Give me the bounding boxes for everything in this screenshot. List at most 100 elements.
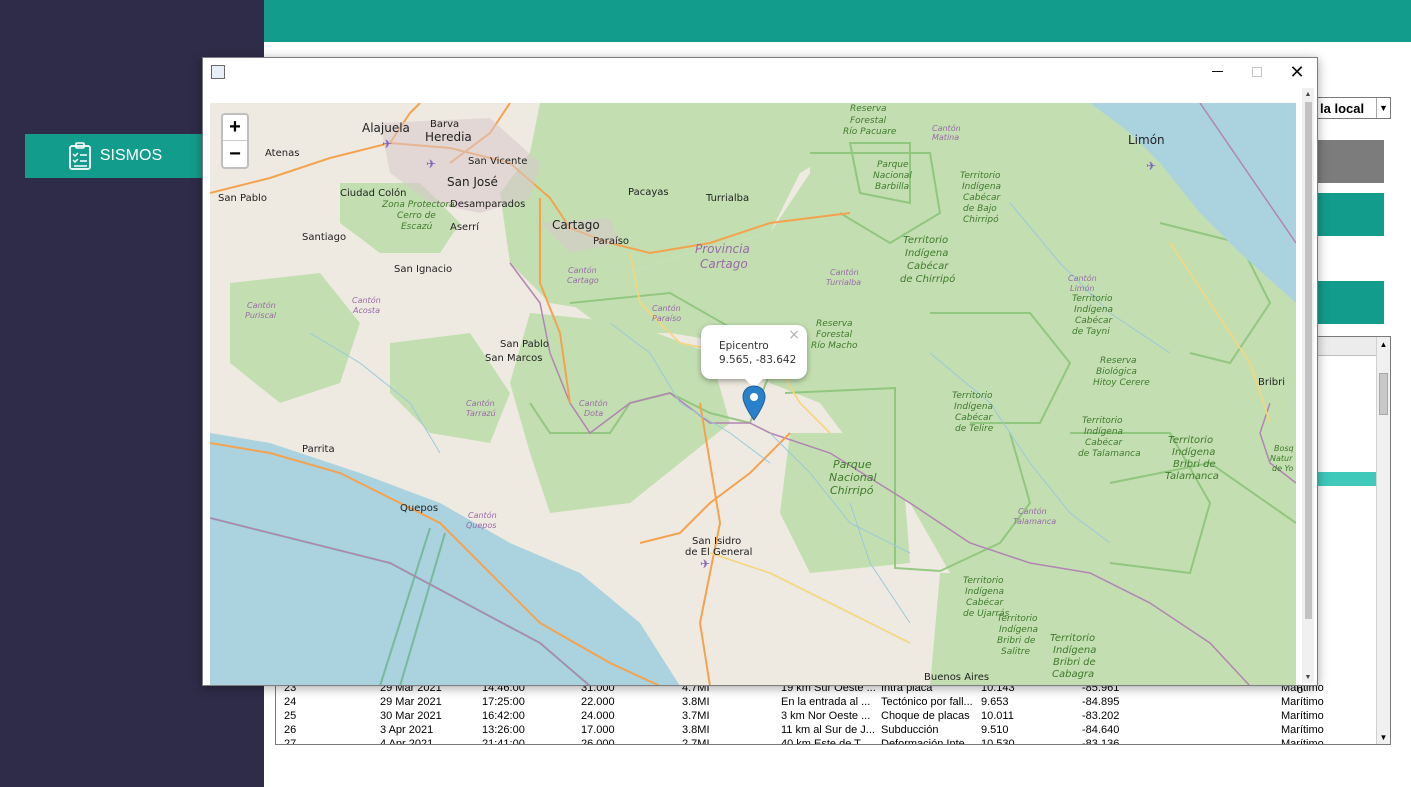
cell-zone: Marítimo [1281, 710, 1324, 723]
sidebar-item-label: SISMOS [99, 147, 163, 164]
cell-depth: 26.000 [581, 738, 615, 745]
svg-text:Cantón: Cantón [568, 265, 597, 275]
svg-text:Bribri de: Bribri de [997, 636, 1036, 646]
map-vertical-scrollbar[interactable]: ▲ ▼ [1302, 88, 1314, 683]
svg-text:Bribri: Bribri [1258, 377, 1285, 388]
svg-text:de Talamanca: de Talamanca [1078, 449, 1141, 459]
app-header-bar [264, 0, 1411, 42]
close-icon: ✕ [1289, 61, 1305, 82]
svg-text:Territorio: Territorio [1050, 633, 1095, 644]
svg-text:Territorio: Territorio [903, 235, 948, 246]
cell-date: 4 Apr 2021 [380, 738, 434, 745]
svg-text:Buenos Aires: Buenos Aires [924, 672, 989, 683]
table-row[interactable]: 26 3 Apr 2021 13:26:00 17.000 3.8MI 11 km al … [276, 723, 1376, 737]
action-button-gray[interactable] [1310, 140, 1384, 183]
time-select-value: la local [1320, 100, 1365, 116]
scroll-up-icon[interactable]: ▲ [1377, 337, 1390, 351]
svg-text:Paraíso: Paraíso [593, 235, 629, 247]
cell-magnitude: 3.8MI [682, 696, 710, 709]
svg-text:Quepos: Quepos [466, 521, 496, 530]
time-format-select[interactable]: la local ▼ [1313, 97, 1391, 119]
svg-text:Atenas: Atenas [265, 148, 299, 159]
scroll-thumb[interactable] [1305, 102, 1312, 619]
clipboard-checklist-icon [68, 142, 91, 170]
cell-depth: 24.000 [581, 710, 615, 723]
svg-text:de Tayni: de Tayni [1072, 327, 1110, 337]
table-row[interactable]: 27 4 Apr 2021 21:41:00 26.000 2.7MI 40 km Est… [276, 737, 1376, 745]
cell-origin: Deformación Inte... [881, 738, 974, 745]
svg-text:Forestal: Forestal [816, 330, 853, 340]
cell-lat: 9.653 [981, 696, 1009, 709]
svg-text:Territorio: Territorio [952, 391, 993, 401]
svg-text:Cabécar: Cabécar [966, 597, 1005, 608]
svg-text:Cabécar: Cabécar [963, 192, 1002, 203]
scroll-down-icon[interactable]: ▼ [1302, 671, 1314, 683]
scroll-thumb[interactable] [1379, 373, 1388, 415]
svg-text:de Telire: de Telire [955, 424, 994, 434]
cell-zone: Marítimo [1281, 696, 1324, 709]
chevron-down-icon[interactable]: ▼ [1376, 98, 1390, 118]
table-row[interactable]: 24 29 Mar 2021 17:25:00 22.000 3.8MI En la en… [276, 695, 1376, 709]
svg-text:✈: ✈ [1146, 159, 1156, 173]
dialog-title-bar[interactable]: ✕ [203, 58, 1317, 88]
svg-text:Cabécar: Cabécar [1085, 437, 1124, 448]
svg-text:Cabécar: Cabécar [907, 260, 949, 272]
svg-text:Desamparados: Desamparados [450, 199, 525, 210]
java-app-icon [211, 65, 225, 79]
svg-text:Hitoy Cerere: Hitoy Cerere [1093, 378, 1150, 388]
svg-text:Turrialba: Turrialba [705, 193, 749, 204]
svg-text:Indígena: Indígena [905, 247, 948, 259]
svg-text:Puriscal: Puriscal [245, 311, 277, 320]
svg-text:de Bajo: de Bajo [963, 204, 997, 214]
zoom-in-button[interactable]: + [223, 115, 247, 141]
svg-text:Territorio: Territorio [1168, 435, 1213, 446]
cell-magnitude: 3.8MI [682, 724, 710, 737]
cell-lat: 10.011 [981, 710, 1014, 723]
action-button-teal-2[interactable] [1310, 281, 1384, 324]
cell-num: 24 [284, 696, 297, 709]
label-cartago: Cartago [552, 218, 600, 232]
scroll-down-icon[interactable]: ▼ [1377, 730, 1390, 744]
cell-origin: Subducción [881, 724, 939, 737]
svg-text:Santiago: Santiago [302, 232, 346, 243]
svg-text:Nacional: Nacional [873, 171, 912, 181]
svg-text:Bribri de: Bribri de [1173, 459, 1216, 470]
svg-text:Cantón: Cantón [652, 303, 681, 313]
svg-text:Cantón: Cantón [932, 123, 961, 133]
svg-text:Quepos: Quepos [400, 503, 438, 514]
svg-text:de Yo: de Yo [1272, 464, 1294, 473]
cell-date: 29 Mar 2021 [380, 696, 442, 709]
svg-text:Pacayas: Pacayas [628, 187, 669, 198]
table-row[interactable]: 25 30 Mar 2021 16:42:00 24.000 3.7MI 3 km Nor… [276, 709, 1376, 723]
svg-text:Zona Protectora: Zona Protectora [381, 200, 455, 210]
svg-text:Provincia: Provincia [695, 242, 750, 256]
close-button[interactable]: ✕ [1277, 58, 1317, 86]
map-dialog: ✕ ✈ ✈ ✈ ✈ Alajuela Heredia San José Cart… [202, 57, 1318, 686]
svg-text:Tarrazú: Tarrazú [466, 409, 496, 418]
map-view[interactable]: ✈ ✈ ✈ ✈ Alajuela Heredia San José Cartago L… [210, 103, 1296, 685]
svg-text:Indígena: Indígena [1084, 427, 1123, 437]
sidebar-item-sismos[interactable]: SISMOS [25, 134, 205, 178]
epicenter-marker-icon[interactable] [742, 385, 766, 421]
svg-text:Escazú: Escazú [401, 222, 433, 232]
svg-text:Paraíso: Paraíso [652, 314, 681, 323]
svg-text:Indígena: Indígena [954, 402, 993, 412]
svg-text:Reserva: Reserva [816, 319, 853, 329]
svg-text:Cantón: Cantón [830, 267, 859, 277]
cell-date: 3 Apr 2021 [380, 724, 434, 737]
cell-lon: -83.202 [1082, 710, 1120, 723]
zoom-out-button[interactable]: − [223, 141, 247, 167]
svg-text:Cabagra: Cabagra [1052, 669, 1094, 680]
scroll-up-icon[interactable]: ▲ [1302, 88, 1314, 100]
popup-close-icon[interactable]: × [788, 328, 800, 342]
label-limon: Limón [1128, 133, 1165, 147]
maximize-button[interactable] [1237, 58, 1277, 86]
action-button-teal-1[interactable] [1310, 193, 1384, 236]
cell-depth: 22.000 [581, 696, 615, 709]
cell-time: 21:41:00 [482, 738, 525, 745]
table-scrollbar[interactable]: ▲ ▼ [1376, 337, 1390, 744]
minimize-button[interactable] [1197, 58, 1237, 86]
cell-magnitude: 3.7MI [682, 710, 710, 723]
svg-text:Indígena: Indígena [962, 182, 1001, 192]
cell-zone: Marítimo [1281, 738, 1324, 745]
